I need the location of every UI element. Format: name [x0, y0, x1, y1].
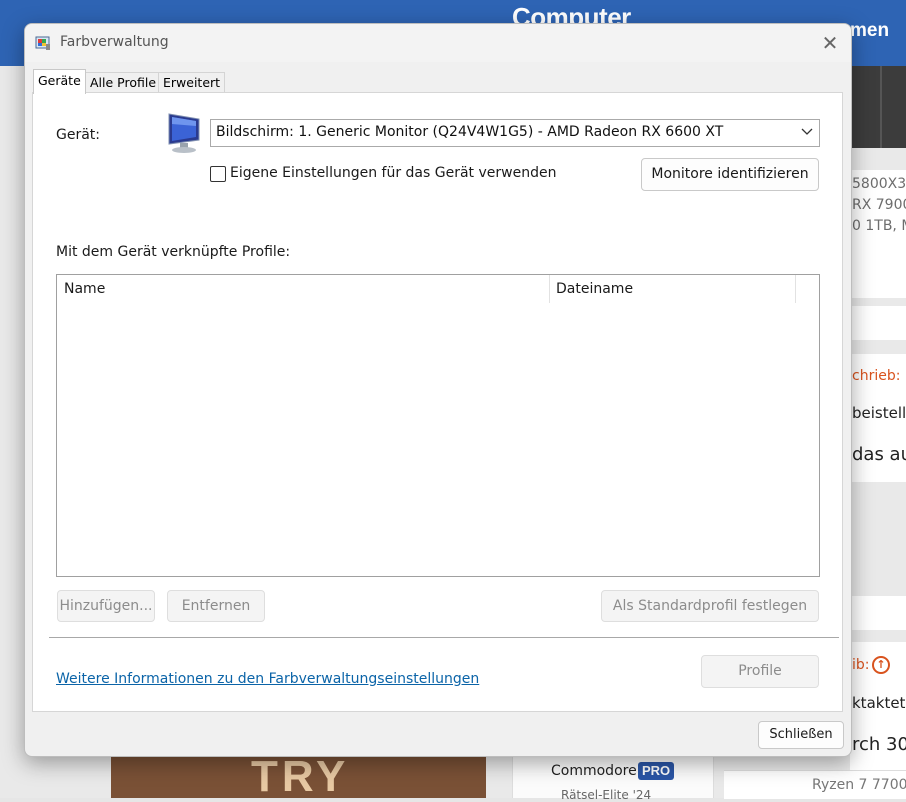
add-profile-button[interactable]: Hinzufügen...	[57, 590, 155, 622]
column-separator[interactable]	[795, 275, 796, 303]
spec-line-1: 5800X3D	[852, 176, 906, 192]
dialog-titlebar[interactable]: Farbverwaltung ✕	[25, 24, 851, 62]
website-post-bar	[850, 306, 906, 340]
monitor-icon	[168, 113, 200, 153]
close-button[interactable]: Schließen	[758, 721, 844, 749]
user-name[interactable]: Commodore	[551, 763, 637, 779]
tab-devices[interactable]: Geräte	[33, 69, 86, 94]
profiles-list[interactable]: Name Dateiname	[56, 274, 820, 577]
user-rank: Rätsel-Elite '24	[561, 788, 652, 802]
device-select-value: Bildschirm: 1. Generic Monitor (Q24V4W1G…	[216, 124, 724, 140]
chevron-down-icon	[801, 128, 813, 135]
quote-author-2: ib:	[852, 657, 870, 673]
color-management-icon	[35, 36, 50, 50]
quote-author: chrieb:	[852, 368, 901, 384]
post-text-2: rch 30	[852, 734, 906, 755]
user-spec: Ryzen 7 7700	[812, 777, 906, 793]
arrow-up-icon[interactable]: ↑	[872, 656, 890, 674]
close-icon[interactable]: ✕	[815, 30, 845, 56]
panel-divider	[49, 637, 839, 638]
website-post-bar-2	[850, 596, 906, 630]
profiles-list-header: Name Dateiname	[57, 275, 819, 304]
photo-caption: TRY	[251, 756, 350, 798]
column-header-filename[interactable]: Dateiname	[556, 281, 633, 297]
quote-text: beistellu	[852, 404, 906, 422]
pro-badge: PRO	[638, 762, 675, 780]
spec-line-2: RX 7900	[852, 197, 906, 213]
own-settings-label[interactable]: Eigene Einstellungen für das Gerät verwe…	[230, 165, 556, 181]
device-label: Gerät:	[56, 127, 101, 143]
color-management-dialog: Farbverwaltung ✕ Geräte Alle Profile Erw…	[24, 23, 852, 757]
profiles-button[interactable]: Profile	[701, 655, 819, 688]
own-settings-checkbox[interactable]	[210, 166, 226, 182]
column-separator[interactable]	[549, 275, 550, 303]
tab-all-profiles[interactable]: Alle Profile	[85, 72, 162, 93]
device-select[interactable]: Bildschirm: 1. Generic Monitor (Q24V4W1G…	[210, 119, 820, 147]
quote-text-2: ktaktet zu	[852, 694, 906, 712]
identify-monitors-button[interactable]: Monitore identifizieren	[641, 158, 819, 191]
website-nav-item[interactable]: men	[850, 20, 889, 42]
more-info-link[interactable]: Weitere Informationen zu den Farbverwalt…	[56, 671, 479, 687]
post-text: das au	[852, 444, 906, 465]
website-photo: TRY	[111, 756, 486, 798]
user-card: Commodore PRO Rätsel-Elite '24	[512, 756, 714, 802]
user-spec-box: Ryzen 7 7700	[724, 770, 906, 799]
column-header-name[interactable]: Name	[64, 281, 105, 297]
tab-advanced[interactable]: Erweitert	[158, 72, 226, 93]
spec-line-3: 0 1TB, M2	[852, 218, 906, 234]
remove-profile-button[interactable]: Entfernen	[167, 590, 265, 622]
profiles-heading: Mit dem Gerät verknüpfte Profile:	[56, 244, 291, 260]
dialog-title: Farbverwaltung	[60, 34, 169, 50]
set-default-profile-button[interactable]: Als Standardprofil festlegen	[601, 590, 819, 622]
devices-tab-panel: Gerät: Bildschirm: 1. Generic Monitor (Q…	[32, 92, 843, 712]
website-image	[850, 66, 906, 148]
